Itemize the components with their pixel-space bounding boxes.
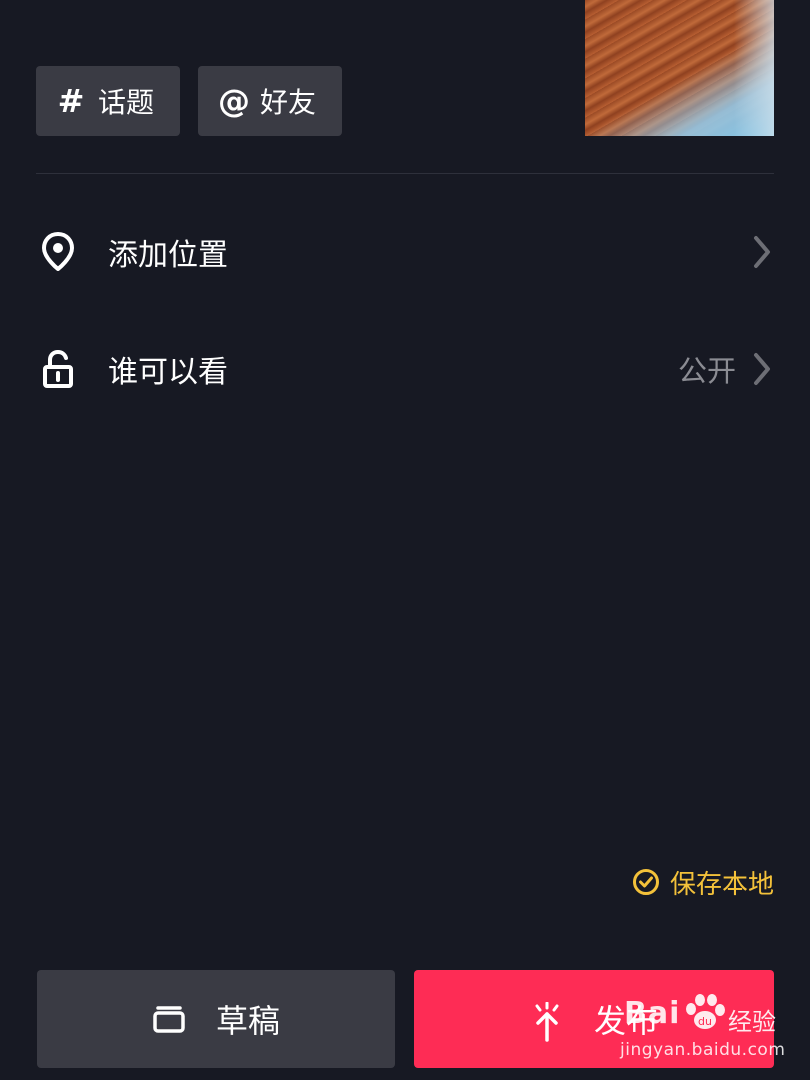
- draft-button[interactable]: 草稿: [37, 970, 395, 1068]
- draft-label: 草稿: [215, 1002, 280, 1040]
- hash-icon: #: [57, 82, 85, 120]
- add-location-row[interactable]: 添加位置: [36, 212, 774, 292]
- at-icon: @: [218, 82, 250, 120]
- chevron-right-icon: [750, 232, 774, 272]
- topic-label: 话题: [98, 86, 155, 119]
- divider: [36, 173, 774, 174]
- publish-arrow-icon: [530, 1001, 564, 1042]
- save-local-label: 保存本地: [669, 869, 774, 900]
- unlock-icon: [36, 347, 80, 391]
- location-pin-icon: [36, 230, 80, 274]
- topic-button[interactable]: # 话题: [36, 66, 180, 136]
- draft-box-icon: [152, 1002, 186, 1036]
- friend-label: 好友: [260, 86, 317, 119]
- check-circle-icon: [632, 868, 660, 896]
- visibility-value: 公开: [677, 354, 736, 388]
- who-can-view-row[interactable]: 谁可以看 公开: [36, 329, 774, 409]
- chevron-right-icon: [750, 349, 774, 389]
- video-cover-thumbnail[interactable]: [585, 0, 774, 136]
- save-local-toggle[interactable]: 保存本地: [632, 862, 774, 902]
- who-can-view-label: 谁可以看: [108, 355, 228, 390]
- mention-friend-button[interactable]: @ 好友: [198, 66, 342, 136]
- publish-button[interactable]: 发布: [414, 970, 774, 1068]
- add-location-label: 添加位置: [108, 238, 228, 273]
- publish-label: 发布: [593, 1002, 658, 1040]
